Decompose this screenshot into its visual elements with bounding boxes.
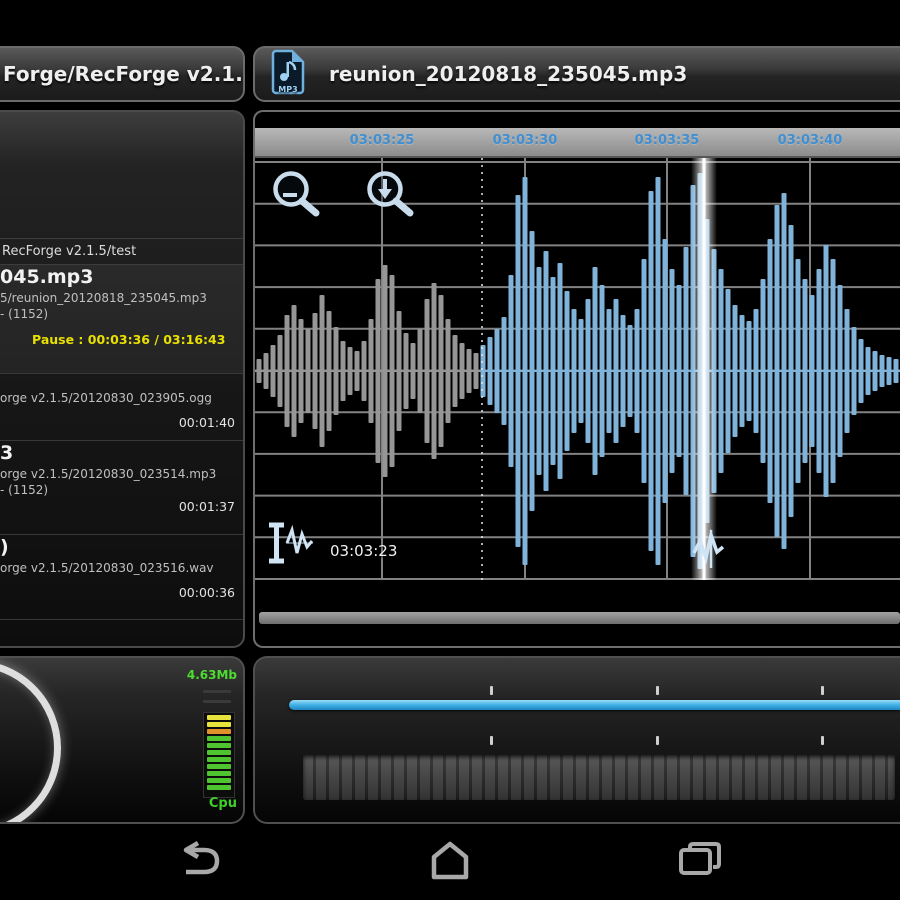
file-path: 5/reunion_20120818_235045.mp3 (0, 291, 207, 305)
level-meter-segment (207, 785, 231, 790)
file-bitrate: - (1152) (0, 307, 49, 321)
zoom-strip-control[interactable] (303, 754, 895, 800)
level-meter-segment (207, 715, 231, 720)
cursor-time-label: 03:03:23 (330, 542, 398, 560)
waveform-panel: 03:03:25 03:03:30 03:03:35 03:03:40 03:0… (253, 110, 900, 648)
recents-icon[interactable] (676, 840, 724, 884)
timeline-ruler[interactable]: 03:03:25 03:03:30 03:03:35 03:03:40 (255, 128, 900, 158)
timeline-tick-label: 03:03:25 (349, 133, 415, 148)
file-bitrate: - (1152) (0, 483, 49, 497)
back-icon[interactable] (176, 840, 224, 884)
android-nav-bar (0, 828, 900, 900)
level-meter-segment (207, 743, 231, 748)
file-name: 045.mp3 (0, 266, 94, 288)
slider-tick (656, 686, 659, 695)
level-meter-segment (207, 750, 231, 755)
level-meter-segment (207, 729, 231, 734)
level-meter-segment (207, 778, 231, 783)
pause-status: Pause : 00:03:36 / 03:16:43 (32, 332, 226, 347)
level-meter-segment (207, 722, 231, 727)
file-duration: 00:01:40 (178, 415, 235, 430)
slider-tick (656, 736, 659, 745)
file-list: RecForge v2.1.5/test 045.mp3 5/reunion_2… (0, 110, 245, 648)
file-name: 3 (0, 442, 14, 464)
level-meter-segment (207, 757, 231, 762)
record-button[interactable] (0, 660, 61, 822)
list-item[interactable]: 3 orge v2.1.5/20120830_023514.mp3 - (115… (0, 441, 243, 535)
level-meter-segment (207, 736, 231, 741)
file-size-label: 4.63Mb (186, 668, 237, 682)
zoom-in-icon[interactable] (361, 168, 419, 230)
list-item[interactable]: ) orge v2.1.5/20120830_023516.wav 00:00:… (0, 535, 243, 620)
app-title-bar: Forge/RecForge v2.1.5 (0, 46, 245, 102)
zoom-out-icon[interactable] (267, 168, 325, 230)
file-title-bar[interactable]: MP3 reunion_20120818_235045.mp3 (253, 46, 900, 102)
file-name: ) (0, 536, 9, 558)
file-title: reunion_20120818_235045.mp3 (329, 62, 688, 86)
directory-header[interactable]: RecForge v2.1.5/test (0, 239, 243, 265)
file-path: orge v2.1.5/20120830_023516.wav (0, 561, 214, 575)
level-meter-segment (207, 764, 231, 769)
list-empty-area (0, 112, 243, 239)
meter-scale-mark (203, 690, 231, 693)
seek-slider[interactable] (289, 700, 900, 710)
waveform-scrollbar[interactable] (259, 612, 900, 624)
file-duration: 00:00:36 (178, 585, 235, 600)
svg-text:MP3: MP3 (278, 85, 297, 94)
screen: Forge/RecForge v2.1.5 MP3 reunion_201208… (0, 0, 900, 900)
file-duration: 00:01:37 (178, 499, 235, 514)
slider-tick (821, 686, 824, 695)
cpu-label: Cpu (208, 796, 237, 811)
file-name (0, 374, 243, 390)
transport-panel (253, 656, 900, 824)
waveform-display[interactable] (255, 158, 900, 580)
meter-scale-mark (203, 700, 231, 703)
timeline-tick-label: 03:03:30 (492, 133, 558, 148)
timeline-tick-label: 03:03:40 (777, 133, 843, 148)
file-path: orge v2.1.5/20120830_023905.ogg (0, 391, 212, 405)
list-item[interactable]: orge v2.1.5/20120830_023905.ogg 00:01:40 (0, 374, 243, 441)
selection-tool-icon[interactable] (267, 520, 315, 570)
home-icon[interactable] (426, 840, 474, 884)
level-meter-segment (207, 771, 231, 776)
timeline-tick-label: 03:03:35 (634, 133, 700, 148)
slider-tick (821, 736, 824, 745)
file-path: orge v2.1.5/20120830_023514.mp3 (0, 467, 217, 481)
recorder-panel: 4.63Mb Cpu (0, 656, 245, 824)
level-meter (203, 712, 235, 798)
mp3-file-icon: MP3 (269, 49, 307, 100)
list-item-current[interactable]: 045.mp3 5/reunion_20120818_235045.mp3 - … (0, 265, 243, 374)
app-title: Forge/RecForge v2.1.5 (3, 62, 245, 86)
playhead-marker-icon[interactable] (691, 528, 727, 576)
slider-tick (490, 736, 493, 745)
slider-tick (490, 686, 493, 695)
